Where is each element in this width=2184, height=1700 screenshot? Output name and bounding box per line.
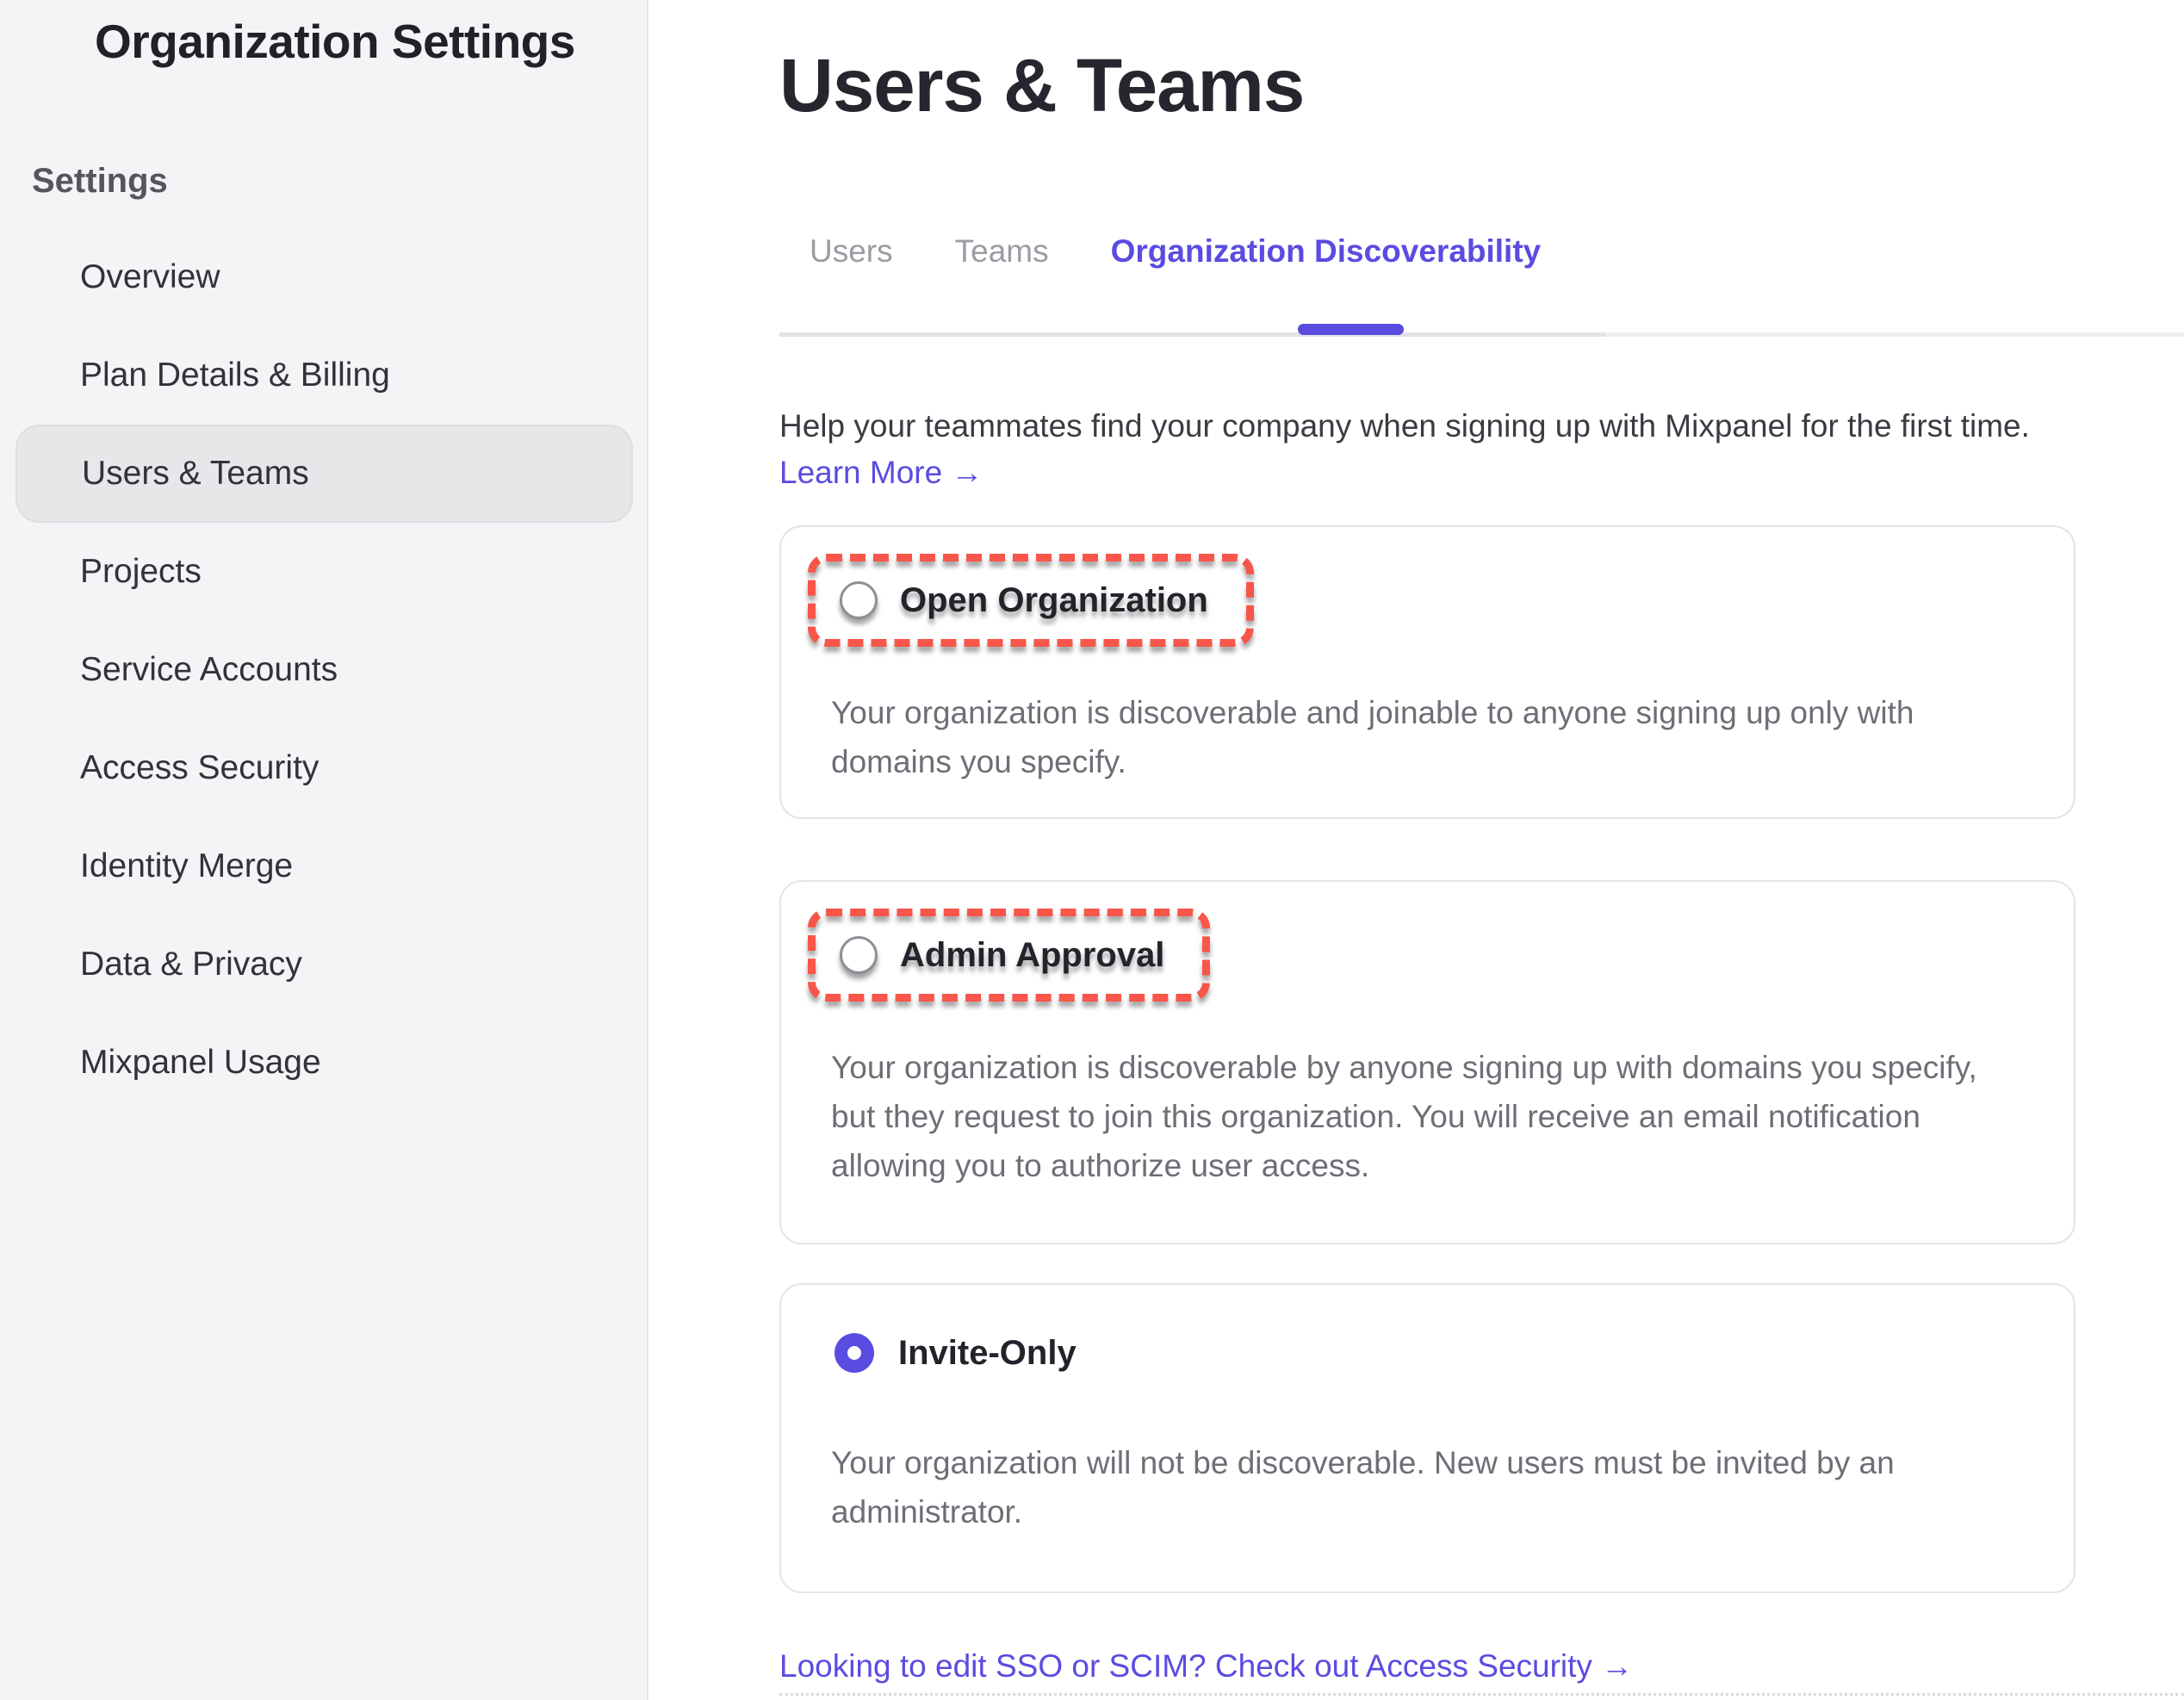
annotation-box-admin-approval: Admin Approval <box>808 909 1210 1002</box>
tab-bar: Users Teams Organization Discoverability <box>810 233 1541 270</box>
sidebar-title: Organization Settings <box>95 14 575 69</box>
learn-more-link[interactable]: Learn More → <box>779 455 983 491</box>
option-card-admin-approval: Admin Approval Your organization is disc… <box>779 880 2075 1244</box>
option-label-open-organization[interactable]: Open Organization <box>900 580 1208 620</box>
sidebar-nav: Overview Plan Details & Billing Users & … <box>0 228 648 1112</box>
option-description-invite-only: Your organization will not be discoverab… <box>831 1438 1981 1536</box>
sidebar-item-mixpanel-usage[interactable]: Mixpanel Usage <box>0 1014 648 1112</box>
bottom-divider <box>779 1693 2184 1696</box>
sidebar-item-plan-details-billing[interactable]: Plan Details & Billing <box>0 326 648 425</box>
access-security-link[interactable]: Looking to edit SSO or SCIM? Check out A… <box>779 1648 1633 1684</box>
radio-invite-only-selected[interactable] <box>835 1333 874 1373</box>
tab-teams[interactable]: Teams <box>955 233 1049 270</box>
option-label-admin-approval[interactable]: Admin Approval <box>900 935 1164 975</box>
sidebar-item-access-security[interactable]: Access Security <box>0 719 648 817</box>
option-description-open-organization: Your organization is discoverable and jo… <box>831 688 1981 786</box>
sidebar-item-projects[interactable]: Projects <box>0 523 648 621</box>
sidebar-section-label: Settings <box>32 162 168 201</box>
radio-admin-approval[interactable] <box>840 936 878 974</box>
main-content: Users & Teams Users Teams Organization D… <box>648 0 2184 1700</box>
option-card-open-organization: Open Organization Your organization is d… <box>779 525 2075 819</box>
discoverability-intro: Help your teammates find your company wh… <box>779 403 2030 450</box>
option-card-invite-only: Invite-Only Your organization will not b… <box>779 1283 2075 1593</box>
sidebar-item-overview[interactable]: Overview <box>0 228 648 326</box>
tab-users[interactable]: Users <box>810 233 893 270</box>
tab-organization-discoverability[interactable]: Organization Discoverability <box>1111 233 1542 270</box>
sidebar-item-service-accounts[interactable]: Service Accounts <box>0 621 648 719</box>
page-divider <box>1606 332 2184 337</box>
sidebar-item-data-privacy[interactable]: Data & Privacy <box>0 915 648 1014</box>
sidebar: Organization Settings Settings Overview … <box>0 0 648 1700</box>
sidebar-item-identity-merge[interactable]: Identity Merge <box>0 817 648 915</box>
annotation-box-open-organization: Open Organization <box>808 554 1254 647</box>
sidebar-item-users-teams[interactable]: Users & Teams <box>16 425 633 523</box>
option-row-invite-only: Invite-Only <box>835 1333 2074 1373</box>
option-description-admin-approval: Your organization is discoverable by any… <box>831 1043 1981 1190</box>
option-label-invite-only[interactable]: Invite-Only <box>898 1333 1076 1373</box>
radio-open-organization[interactable] <box>840 581 878 619</box>
tab-divider <box>779 332 1606 337</box>
page-title: Users & Teams <box>779 43 1304 129</box>
active-tab-indicator <box>1298 324 1404 335</box>
